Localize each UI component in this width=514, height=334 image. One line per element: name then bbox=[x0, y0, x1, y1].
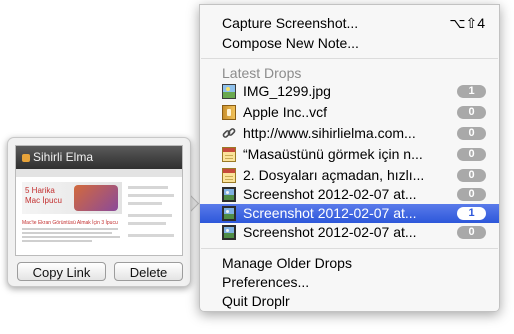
thumbnail-sidebar-line bbox=[128, 214, 172, 217]
menu-separator bbox=[201, 58, 498, 59]
drop-count-badge: 0 bbox=[457, 188, 486, 201]
quit-droplr-item[interactable]: Quit Droplr bbox=[200, 292, 499, 310]
drop-item-note-masaustu[interactable]: “Masaüstünü görmek için n... 0 bbox=[200, 145, 499, 164]
drop-count-badge: 1 bbox=[457, 85, 486, 98]
capture-shortcut: ⌥⇧4 bbox=[449, 15, 485, 31]
drop-count-badge: 0 bbox=[457, 169, 486, 182]
thumbnail-text-line bbox=[22, 232, 112, 234]
copy-link-button[interactable]: Copy Link bbox=[17, 262, 106, 281]
note-icon bbox=[222, 147, 236, 162]
drop-name: 2. Dosyaları açmadan, hızlı... bbox=[243, 167, 425, 183]
thumbnail-banner-image bbox=[74, 185, 118, 211]
manage-older-drops-item[interactable]: Manage Older Drops bbox=[200, 254, 499, 272]
drop-item-link[interactable]: http://www.sihirlielma.com... 0 bbox=[200, 124, 499, 143]
site-logo-icon bbox=[22, 154, 30, 162]
latest-drops-title: Latest Drops bbox=[222, 65, 302, 81]
drop-name: Screenshot 2012-02-07 at... bbox=[243, 205, 417, 221]
drop-name: IMG_1299.jpg bbox=[243, 83, 331, 99]
manage-older-drops-label: Manage Older Drops bbox=[222, 255, 352, 271]
thumbnail-sidebar-line bbox=[128, 222, 166, 225]
capture-screenshot-label: Capture Screenshot... bbox=[222, 15, 359, 31]
quit-droplr-label: Quit Droplr bbox=[222, 293, 290, 309]
drop-preview-popover: Sihirli Elma 5 Harika Mac İpucu Mac'te E… bbox=[7, 137, 191, 287]
drop-count-badge: 0 bbox=[457, 226, 486, 239]
image-file-icon bbox=[222, 84, 236, 99]
thumbnail-site-title: Sihirli Elma bbox=[33, 150, 94, 164]
compose-note-item[interactable]: Compose New Note... bbox=[200, 34, 499, 52]
thumbnail-site-header: Sihirli Elma bbox=[16, 146, 182, 169]
thumbnail-text-line bbox=[22, 240, 92, 242]
thumbnail-banner-title: 5 Harika Mac İpucu bbox=[25, 186, 62, 205]
drop-thumbnail[interactable]: Sihirli Elma 5 Harika Mac İpucu Mac'te E… bbox=[15, 145, 183, 256]
thumbnail-text-line bbox=[22, 236, 120, 238]
droplr-menu: Capture Screenshot... ⌥⇧4 Compose New No… bbox=[199, 4, 500, 312]
drop-item-img-1299[interactable]: IMG_1299.jpg 1 bbox=[200, 82, 499, 101]
preferences-label: Preferences... bbox=[222, 274, 310, 290]
drop-name: Apple Inc..vcf bbox=[243, 104, 328, 120]
screenshot-icon bbox=[222, 225, 236, 240]
drop-item-screenshot-2-selected[interactable]: Screenshot 2012-02-07 at... 1 bbox=[200, 204, 499, 223]
delete-button[interactable]: Delete bbox=[114, 262, 183, 281]
drop-item-screenshot-3[interactable]: Screenshot 2012-02-07 at... 0 bbox=[200, 223, 499, 242]
drop-name: Screenshot 2012-02-07 at... bbox=[243, 186, 417, 202]
drop-name: Screenshot 2012-02-07 at... bbox=[243, 224, 417, 240]
thumbnail-sidebar bbox=[128, 182, 176, 252]
thumbnail-sidebar-line bbox=[128, 234, 174, 237]
thumbnail-text-line bbox=[22, 228, 118, 230]
preferences-item[interactable]: Preferences... bbox=[200, 273, 499, 291]
drop-count-badge: 0 bbox=[457, 127, 486, 140]
screenshot-icon bbox=[222, 206, 236, 221]
note-icon bbox=[222, 168, 236, 183]
drop-name: http://www.sihirlielma.com... bbox=[243, 125, 416, 141]
thumbnail-nav-bar bbox=[16, 169, 182, 177]
thumbnail-banner: 5 Harika Mac İpucu bbox=[22, 182, 122, 214]
drop-count-badge: 0 bbox=[457, 148, 486, 161]
thumbnail-sidebar-line bbox=[128, 194, 174, 197]
capture-screenshot-item[interactable]: Capture Screenshot... ⌥⇧4 bbox=[200, 14, 499, 32]
drop-name: “Masaüstünü görmek için n... bbox=[243, 146, 423, 162]
compose-note-label: Compose New Note... bbox=[222, 35, 359, 51]
drop-item-note-dosyalari[interactable]: 2. Dosyaları açmadan, hızlı... 0 bbox=[200, 166, 499, 185]
latest-drops-header: Latest Drops bbox=[200, 64, 499, 82]
thumbnail-sidebar-line bbox=[128, 186, 168, 189]
drop-item-apple-vcf[interactable]: Apple Inc..vcf 0 bbox=[200, 103, 499, 122]
drop-count-badge: 1 bbox=[457, 207, 486, 220]
vcard-file-icon bbox=[222, 105, 236, 120]
screenshot-icon bbox=[222, 187, 236, 202]
link-icon bbox=[222, 126, 236, 141]
thumbnail-post-title: Mac'te Ekran Görüntüsü Almak İçin 3 İpuc… bbox=[22, 220, 118, 226]
menu-separator bbox=[201, 248, 498, 249]
drop-item-screenshot-1[interactable]: Screenshot 2012-02-07 at... 0 bbox=[200, 185, 499, 204]
thumbnail-sidebar-line bbox=[128, 202, 162, 205]
drop-count-badge: 0 bbox=[457, 106, 486, 119]
